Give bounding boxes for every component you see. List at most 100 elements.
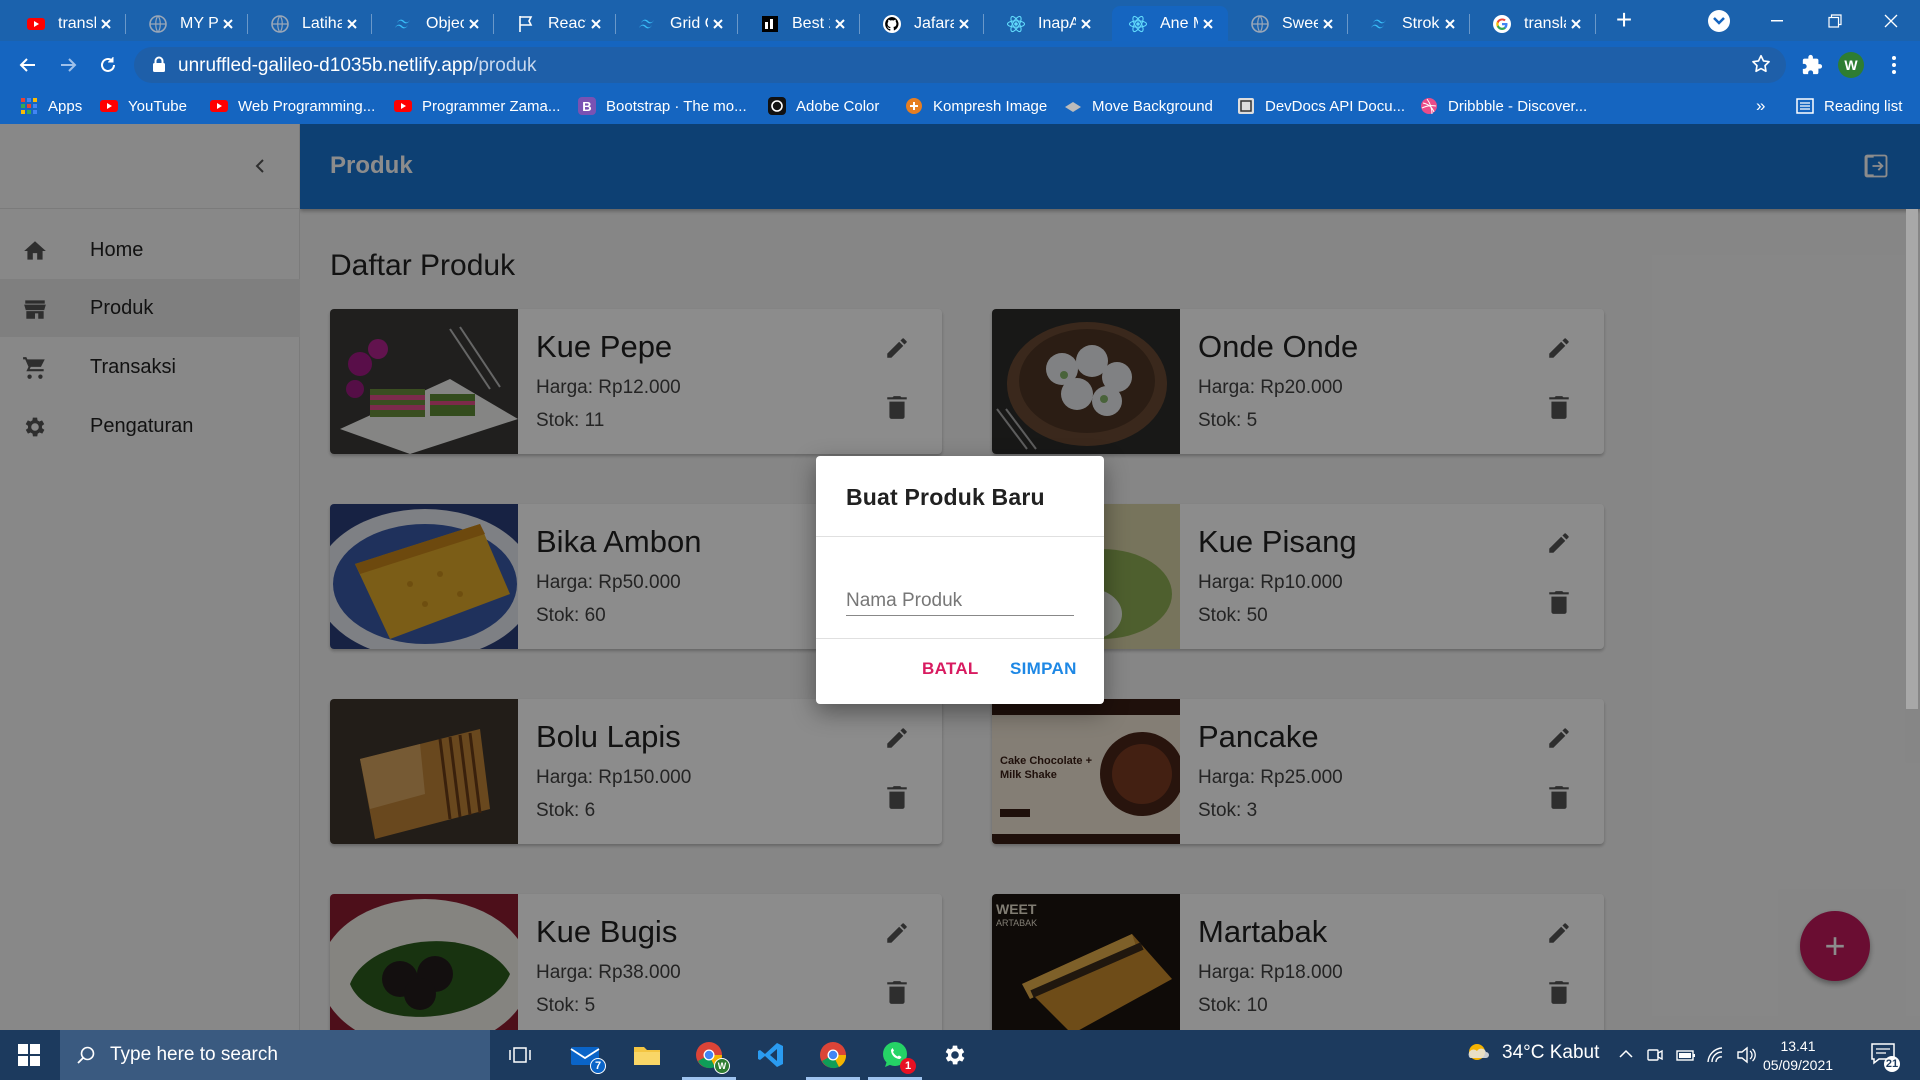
tab-title: Ane M <box>1160 14 1198 32</box>
tab-close-button[interactable] <box>1198 14 1218 34</box>
close-window-button[interactable] <box>1862 0 1920 41</box>
tab-close-button[interactable] <box>218 14 238 34</box>
save-button[interactable]: SIMPAN <box>1010 659 1077 679</box>
browser-tab[interactable]: Best 2 <box>744 6 860 41</box>
adobe-color-icon <box>768 97 786 115</box>
bookmark-star-icon[interactable] <box>1750 53 1772 75</box>
page-scrollbar-thumb[interactable] <box>1906 209 1918 709</box>
whatsapp-taskbar-button[interactable]: 1 <box>868 1040 922 1080</box>
settings-taskbar-button[interactable] <box>940 1040 970 1070</box>
tab-title: Grid C <box>670 14 708 32</box>
bookmark-item[interactable]: Apps <box>20 95 82 117</box>
puzzle-icon <box>1802 54 1823 75</box>
browser-tab[interactable]: transla <box>10 6 126 41</box>
forward-button[interactable] <box>54 51 82 79</box>
chrome-taskbar-button[interactable]: W <box>682 1040 736 1080</box>
address-bar[interactable]: unruffled-galileo-d1035b.netlify.app/pro… <box>134 47 1786 83</box>
bookmark-icon-wrap <box>768 97 786 115</box>
close-icon <box>101 18 111 29</box>
browser-tab[interactable]: Sweet <box>1234 6 1348 41</box>
tab-close-button[interactable] <box>830 14 850 34</box>
chevron-up-icon[interactable] <box>1618 1046 1634 1062</box>
tab-close-button[interactable] <box>96 14 116 34</box>
tab-title: Stroke <box>1402 14 1440 32</box>
meet-now-icon[interactable] <box>1646 1046 1664 1064</box>
bookmark-item[interactable]: Kompresh Image <box>905 95 1047 117</box>
tab-search-button[interactable] <box>1708 10 1730 32</box>
windows-start-icon[interactable] <box>18 1044 40 1066</box>
weather-widget[interactable]: 34°C Kabut <box>1466 1042 1599 1064</box>
chrome-second-window-button[interactable] <box>806 1040 860 1080</box>
system-clock[interactable]: 13.41 05/09/2021 <box>1758 1037 1838 1075</box>
product-name-input[interactable] <box>846 586 1074 616</box>
svg-text:B: B <box>582 99 591 114</box>
reading-list-button[interactable]: Reading list <box>1796 95 1902 117</box>
tab-close-button[interactable] <box>464 14 484 34</box>
bookmarks-overflow-button[interactable]: » <box>1756 95 1765 117</box>
extensions-button[interactable] <box>1798 51 1826 79</box>
create-product-dialog: Buat Produk Baru BATAL SIMPAN <box>816 456 1104 704</box>
task-view-button[interactable] <box>505 1040 535 1070</box>
dialog-divider-bottom <box>816 638 1104 639</box>
taskbar-search-box[interactable]: Type here to search <box>60 1030 490 1080</box>
tab-close-button[interactable] <box>1318 14 1338 34</box>
reload-button[interactable] <box>94 51 122 79</box>
bookmark-item[interactable]: Dribbble - Discover... <box>1420 95 1587 117</box>
tab-close-button[interactable] <box>342 14 362 34</box>
file-explorer-button[interactable] <box>632 1040 662 1070</box>
tab-title: Latiha <box>302 14 342 32</box>
weather-text: 34°C Kabut <box>1502 1042 1600 1063</box>
tab-close-button[interactable] <box>586 14 606 34</box>
browser-tab[interactable]: React <box>500 6 616 41</box>
bookmark-item[interactable]: DevDocs API Docu... <box>1237 95 1405 117</box>
close-icon <box>959 18 969 29</box>
mail-app-button[interactable]: 7 <box>570 1040 606 1074</box>
tab-favicon <box>760 14 780 34</box>
bookmark-item[interactable]: Adobe Color <box>768 95 879 117</box>
compress-icon <box>906 98 922 114</box>
profile-avatar[interactable]: W <box>1838 52 1864 78</box>
tab-title: InapA <box>1038 14 1076 32</box>
battery-icon[interactable] <box>1676 1046 1696 1064</box>
tab-close-button[interactable] <box>708 14 728 34</box>
bookmark-icon-wrap <box>100 97 118 115</box>
url-text: unruffled-galileo-d1035b.netlify.app/pro… <box>178 55 536 77</box>
bookmark-item[interactable]: Programmer Zama... <box>394 95 560 117</box>
browser-menu-button[interactable] <box>1880 51 1908 79</box>
tab-close-button[interactable] <box>1566 14 1586 34</box>
bookmark-item[interactable]: Move Background <box>1064 95 1213 117</box>
tab-favicon <box>516 14 536 34</box>
browser-tab[interactable]: Latiha <box>254 6 372 41</box>
vscode-taskbar-button[interactable] <box>756 1040 786 1070</box>
browser-tab[interactable]: Stroke <box>1354 6 1470 41</box>
wifi-icon[interactable] <box>1706 1046 1726 1064</box>
bookmark-item[interactable]: YouTube <box>100 95 187 117</box>
restore-button[interactable] <box>1806 0 1864 41</box>
youtube-icon <box>27 17 45 30</box>
tab-close-button[interactable] <box>1076 14 1096 34</box>
back-button[interactable] <box>14 51 42 79</box>
close-icon <box>835 18 845 29</box>
bookmark-item[interactable]: B Bootstrap · The mo... <box>578 95 747 117</box>
cancel-button[interactable]: BATAL <box>922 659 979 679</box>
minimize-button[interactable] <box>1748 0 1806 41</box>
close-icon <box>223 18 233 29</box>
volume-icon[interactable] <box>1736 1046 1756 1064</box>
new-tab-button[interactable]: + <box>1612 6 1636 34</box>
bookmark-item[interactable]: Web Programming... <box>210 95 375 117</box>
notification-center-button[interactable]: 21 <box>1870 1042 1900 1072</box>
bookmark-icon-wrap <box>394 97 412 115</box>
youtube-icon <box>394 100 412 112</box>
bookmark-label: Bootstrap · The mo... <box>606 97 747 115</box>
tab-close-button[interactable] <box>1440 14 1460 34</box>
arrow-left-icon <box>19 58 35 72</box>
tab-close-button[interactable] <box>954 14 974 34</box>
browser-tab[interactable]: InapA <box>990 6 1106 41</box>
browser-tab[interactable]: Ane M <box>1112 6 1228 41</box>
browser-tab[interactable]: Object <box>378 6 494 41</box>
browser-tab[interactable]: Jafara <box>866 6 984 41</box>
browser-tab[interactable]: Grid C <box>622 6 738 41</box>
bookmark-label: DevDocs API Docu... <box>1265 97 1406 115</box>
browser-tab[interactable]: transla <box>1476 6 1596 41</box>
browser-tab[interactable]: MY Po <box>132 6 248 41</box>
